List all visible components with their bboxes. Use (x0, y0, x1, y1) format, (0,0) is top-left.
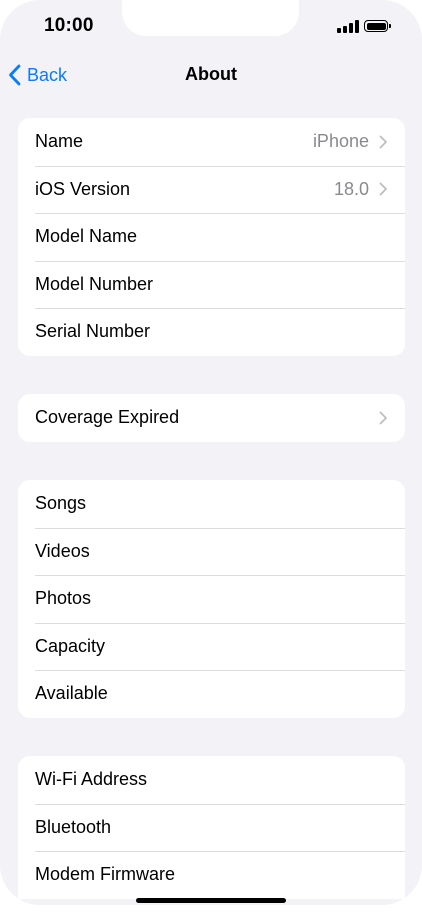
row-available[interactable]: Available (18, 670, 405, 718)
chevron-right-icon (379, 411, 387, 425)
row-songs[interactable]: Songs (18, 480, 405, 528)
row-videos[interactable]: Videos (18, 527, 405, 576)
row-photos[interactable]: Photos (18, 575, 405, 623)
row-label: Bluetooth (35, 816, 112, 837)
row-serial-number[interactable]: Serial Number (18, 308, 405, 356)
row-coverage-expired[interactable]: Coverage Expired (18, 394, 405, 442)
row-label: Model Name (35, 226, 138, 247)
chevron-right-icon (379, 135, 387, 149)
row-bluetooth[interactable]: Bluetooth (18, 803, 405, 852)
battery-icon (364, 20, 388, 32)
row-model-number[interactable]: Model Number (18, 260, 405, 309)
row-modem-firmware[interactable]: Modem Firmware (18, 851, 405, 899)
row-value: iPhone (312, 131, 369, 152)
row-label: Photos (35, 588, 92, 609)
row-label: Capacity (35, 635, 106, 656)
row-label: Name (35, 131, 84, 152)
row-label: iOS Version (35, 178, 131, 199)
row-label: Modem Firmware (35, 864, 176, 885)
row-model-name[interactable]: Model Name (18, 213, 405, 261)
page-title: About (185, 64, 237, 84)
row-ios-version[interactable]: iOS Version 18.0 (18, 165, 405, 214)
chevron-right-icon (379, 182, 387, 196)
status-time: 10:00 (44, 15, 94, 36)
battery-cap (389, 24, 391, 28)
cellular-signal-icon (337, 20, 359, 33)
row-name[interactable]: Name iPhone (18, 118, 405, 166)
row-label: Coverage Expired (35, 407, 180, 428)
group-coverage: Coverage Expired (18, 394, 405, 442)
navigation-bar: Back About (0, 52, 422, 98)
row-label: Videos (35, 540, 90, 561)
group-media-storage: Songs Videos Photos Capacity Available (18, 480, 405, 718)
row-label: Serial Number (35, 321, 151, 342)
group-network: Wi-Fi Address Bluetooth Modem Firmware (18, 756, 405, 899)
group-device-info: Name iPhone iOS Version 18.0 Model Name … (18, 118, 405, 356)
row-capacity[interactable]: Capacity (18, 622, 405, 671)
row-label: Songs (35, 493, 87, 514)
row-label: Model Number (35, 273, 154, 294)
status-bar: 10:00 (0, 0, 422, 52)
row-value: 18.0 (333, 178, 369, 199)
notch (122, 0, 299, 36)
row-wifi-address[interactable]: Wi-Fi Address (18, 756, 405, 804)
phone-screen: 10:00 Back About Name iPhone iOS Version (0, 0, 422, 905)
home-indicator[interactable] (136, 898, 286, 903)
row-label: Available (35, 683, 108, 704)
row-label: Wi-Fi Address (35, 769, 148, 790)
